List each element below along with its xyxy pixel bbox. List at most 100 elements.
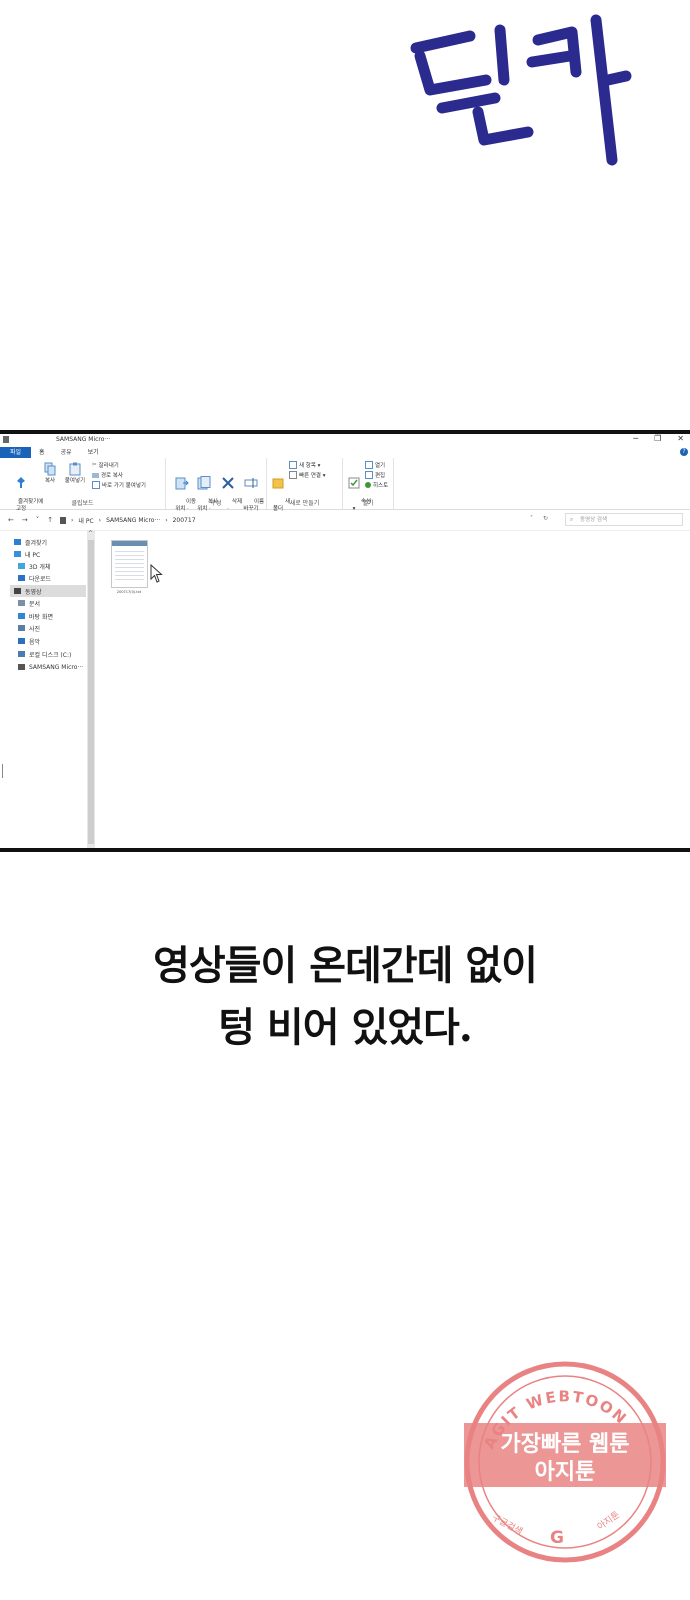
sidebar-item-usb[interactable]: SAMSANG Micro···	[18, 661, 83, 673]
open-button[interactable]: 열기	[365, 461, 385, 469]
forward-arrow-icon[interactable]: →	[22, 516, 28, 524]
pin-icon	[17, 477, 25, 488]
sidebar-item-label: 동영상	[25, 588, 42, 596]
address-bar: ← → ˅ ↑ › 내 PC › SAMSANG Micro··· › 2007…	[0, 510, 690, 531]
drive-icon	[60, 517, 66, 524]
watermark-line-1: 가장빠른 웹툰	[500, 1432, 629, 1457]
rename-icon	[244, 478, 258, 488]
breadcrumb-item-folder[interactable]: 200717	[173, 517, 196, 524]
minimize-button[interactable]: ─	[633, 434, 638, 443]
window-controls: ─ ❐ ✕	[633, 434, 684, 443]
breadcrumb-separator: ›	[71, 517, 74, 524]
search-input[interactable]: ⌕ 동영상 검색	[565, 513, 683, 526]
cube-icon	[18, 563, 25, 569]
easy-access-button[interactable]: 빠른 연결 ▾	[289, 471, 326, 479]
help-icon[interactable]: ?	[680, 448, 688, 456]
google-g-icon: G	[550, 1528, 564, 1548]
ribbon-group-open: 속성 ▾ 열기 편집 히스토 열기	[343, 458, 394, 512]
copy-path-button[interactable]: 경로 복사	[92, 471, 123, 479]
sidebar-item-cube[interactable]: 3D 개체	[18, 560, 50, 572]
scroll-up-icon[interactable]: ^	[88, 530, 93, 537]
sidebar-item-music[interactable]: 음악	[18, 635, 40, 647]
window-edge-mark	[2, 764, 3, 778]
usb-icon	[18, 664, 25, 670]
sidebar-item-label: 문서	[29, 600, 41, 608]
file-item[interactable]: 200717(0).txt	[110, 540, 148, 594]
text-file-icon	[110, 540, 148, 588]
address-dropdown-icon[interactable]: ˅	[530, 515, 533, 522]
sidebar-item-document[interactable]: 문서	[18, 597, 40, 609]
navigation-pane: 즐겨찾기내 PC 3D 개체다운로드동영상문서바탕 화면사진음악로컬 디스크 (C…	[0, 530, 88, 848]
sfx-click-sound: 딸칵	[400, 0, 632, 166]
sfx-text: 딸칵	[400, 0, 402, 1]
sidebar-item-label: 즐겨찾기	[25, 539, 48, 547]
sidebar-item-download[interactable]: 다운로드	[18, 572, 51, 584]
narration-line-2: 텅 비어 있었다.	[218, 1004, 473, 1051]
breadcrumb-item-drive[interactable]: SAMSANG Micro···	[106, 517, 160, 524]
ribbon: 즐겨찾기에 고정 복사 붙여넣기 ✂ 잘라내기 경로 복사 바로 가기 붙여넣기	[0, 458, 690, 512]
breadcrumb-separator: ›	[165, 517, 168, 524]
sidebar-item-label: 음악	[29, 638, 41, 646]
sidebar-item-disk[interactable]: 로컬 디스크 (C:)	[18, 648, 71, 660]
scrollbar-thumb[interactable]	[88, 540, 94, 844]
paste-button[interactable]: 붙여넣기	[62, 462, 88, 485]
nav-scrollbar[interactable]: ^	[87, 530, 95, 848]
narration-caption: 영상들이 온데간데 없이 텅 비어 있었다.	[0, 935, 690, 1059]
sidebar-item-pc[interactable]: 내 PC	[14, 548, 40, 560]
address-actions: ˅ ↻	[530, 515, 548, 522]
maximize-button[interactable]: ❐	[654, 434, 661, 443]
breadcrumb-separator: ›	[98, 517, 102, 524]
sidebar-item-label: 다운로드	[29, 575, 52, 583]
copy-to-icon	[197, 476, 211, 490]
checkmark-icon	[348, 477, 360, 489]
breadcrumb-item-pc[interactable]: 내 PC	[78, 516, 93, 525]
sidebar-item-label: 3D 개체	[29, 563, 51, 571]
group-label: 구성	[210, 500, 222, 507]
up-arrow-icon[interactable]: ↑	[47, 516, 53, 524]
new-item-button[interactable]: 새 항목 ▾	[289, 461, 320, 469]
close-button[interactable]: ✕	[677, 434, 684, 443]
picture-icon	[18, 625, 25, 631]
group-label: 클립보드	[71, 500, 94, 507]
tab-home[interactable]: 홈	[31, 447, 53, 458]
tab-view[interactable]: 보기	[80, 447, 107, 458]
edit-button[interactable]: 편집	[365, 471, 385, 479]
sidebar-item-label: 내 PC	[25, 551, 41, 559]
sidebar-item-desktop[interactable]: 바탕 화면	[18, 610, 53, 622]
folder-icon	[3, 436, 9, 443]
clipboard-icon	[69, 462, 81, 476]
disk-icon	[18, 651, 25, 657]
group-label: 열기	[362, 500, 374, 507]
sidebar-item-video[interactable]: 동영상	[10, 585, 86, 597]
ribbon-group-clipboard: 즐겨찾기에 고정 복사 붙여넣기 ✂ 잘라내기 경로 복사 바로 가기 붙여넣기	[0, 458, 166, 512]
tab-file[interactable]: 파일	[0, 446, 32, 458]
shortcut-icon	[92, 481, 100, 489]
menu-bar: 파일 홈 공유 보기	[0, 446, 690, 458]
narration-line-1: 영상들이 온데간데 없이	[153, 942, 538, 989]
back-arrow-icon[interactable]: ←	[8, 516, 14, 524]
new-item-icon	[289, 461, 297, 469]
paste-shortcut-button[interactable]: 바로 가기 붙여넣기	[92, 481, 146, 489]
sidebar-item-label: SAMSANG Micro···	[29, 663, 84, 671]
recent-chevron-icon[interactable]: ˅	[36, 516, 40, 524]
open-icon	[365, 461, 373, 469]
file-explorer-window: SAMSANG Micro··· ─ ❐ ✕ 파일 홈 공유 보기 ? 즐겨찾기…	[0, 430, 690, 852]
sidebar-item-picture[interactable]: 사진	[18, 622, 40, 634]
music-icon	[18, 638, 25, 644]
history-button[interactable]: 히스토	[365, 481, 388, 489]
sidebar-item-label: 사진	[29, 625, 41, 633]
ribbon-group-new: 새 폴더 새 항목 ▾ 빠른 연결 ▾ 새로 만들기	[267, 458, 343, 512]
cut-button[interactable]: ✂ 잘라내기	[92, 461, 119, 469]
tab-share[interactable]: 공유	[53, 447, 80, 458]
download-icon	[18, 575, 25, 581]
path-icon	[92, 472, 99, 478]
search-icon: ⌕	[570, 517, 574, 523]
watermark-stamp: AGIT WEBTOON 가장빠른 웹툰 아지툰 구글검색 G 아지툰	[464, 1361, 666, 1563]
refresh-icon[interactable]: ↻	[543, 515, 548, 522]
copy-icon	[44, 462, 56, 476]
copy-button[interactable]: 복사	[40, 462, 60, 485]
sidebar-item-star[interactable]: 즐겨찾기	[14, 536, 47, 548]
star-icon	[14, 539, 21, 545]
sidebar-item-label: 바탕 화면	[29, 613, 53, 621]
window-title: SAMSANG Micro···	[56, 436, 111, 443]
